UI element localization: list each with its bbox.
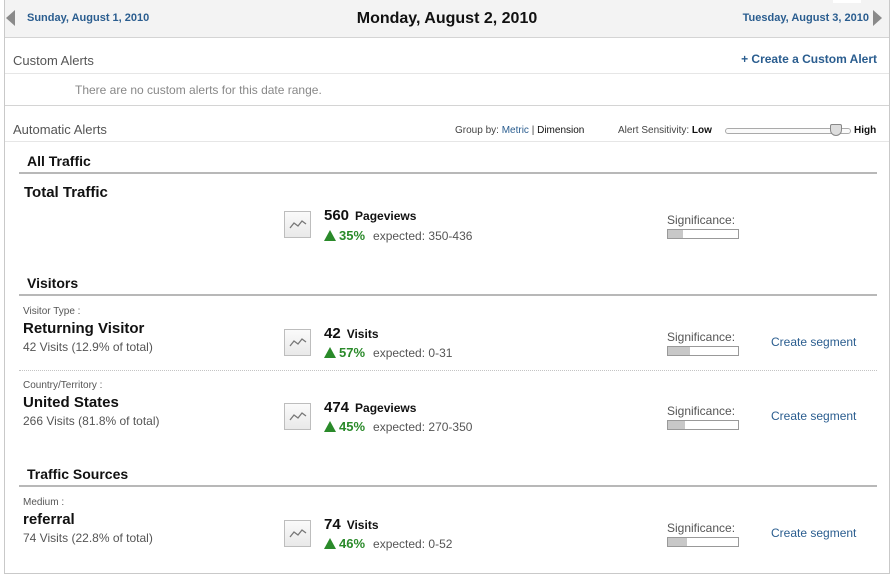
significance-label: Significance: bbox=[667, 330, 736, 344]
intelligence-report: Sunday, August 1, 2010 Monday, August 2,… bbox=[4, 0, 890, 574]
dimension-name: Visitor Type : bbox=[23, 306, 81, 317]
sparkline-button[interactable] bbox=[284, 211, 311, 238]
custom-alerts-empty-message: There are no custom alerts for this date… bbox=[75, 83, 322, 97]
significance-label: Significance: bbox=[667, 404, 736, 418]
group-by-separator: | bbox=[531, 125, 535, 136]
triangle-up-icon bbox=[324, 421, 336, 432]
dimension-value: Returning Visitor bbox=[23, 320, 145, 337]
significance-bar bbox=[667, 346, 739, 356]
change-percent: 35% bbox=[339, 228, 366, 243]
create-custom-alert-link[interactable]: + Create a Custom Alert bbox=[741, 52, 877, 66]
dimension-value: United States bbox=[23, 394, 119, 411]
custom-alerts-header: Custom Alerts + Create a Custom Alert bbox=[5, 38, 889, 74]
metric-name: Visits bbox=[346, 518, 379, 532]
metric-name: Pageviews bbox=[355, 401, 417, 415]
sparkline-button[interactable] bbox=[284, 329, 311, 356]
expected-range: expected: 350-436 bbox=[373, 229, 473, 243]
dimension-value: referral bbox=[23, 511, 75, 528]
significance-label: Significance: bbox=[667, 213, 736, 227]
sparkline-button[interactable] bbox=[284, 403, 311, 430]
metric-number: 560 bbox=[324, 207, 350, 224]
group-title-traffic-sources: Traffic Sources bbox=[27, 466, 129, 482]
create-segment-link[interactable]: Create segment bbox=[771, 409, 856, 423]
triangle-up-icon bbox=[324, 230, 336, 241]
triangle-up-icon bbox=[324, 347, 336, 358]
sensitivity-low-label: Low bbox=[691, 125, 712, 136]
change-percent: 45% bbox=[339, 419, 366, 434]
sparkline-chart-icon bbox=[289, 220, 307, 229]
expected-range: expected: 0-52 bbox=[373, 537, 453, 551]
dimension-subtotal: 74 Visits (22.8% of total) bbox=[23, 531, 153, 545]
dimension-value: Total Traffic bbox=[24, 184, 108, 201]
significance-bar bbox=[667, 229, 739, 239]
metric-name: Visits bbox=[346, 327, 379, 341]
metric-number: 474 bbox=[324, 399, 350, 416]
group-rule bbox=[19, 294, 877, 296]
group-by-metric-link[interactable]: Metric bbox=[502, 125, 529, 136]
sparkline-chart-icon bbox=[289, 338, 307, 347]
create-segment-link[interactable]: Create segment bbox=[771, 335, 856, 349]
expected-range: expected: 270-350 bbox=[373, 420, 473, 434]
metric-value: 560 Pageviews bbox=[324, 207, 416, 224]
significance-fill bbox=[668, 538, 687, 546]
group-by-label: Group by: bbox=[455, 125, 499, 136]
triangle-up-icon bbox=[324, 538, 336, 549]
sparkline-chart-icon bbox=[289, 529, 307, 538]
tab-notch bbox=[833, 0, 861, 3]
sensitivity-slider-handle[interactable] bbox=[829, 124, 842, 136]
metric-number: 42 bbox=[324, 325, 341, 342]
significance-bar bbox=[667, 420, 739, 430]
significance-fill bbox=[668, 421, 685, 429]
create-segment-link[interactable]: Create segment bbox=[771, 526, 856, 540]
group-rule bbox=[19, 485, 877, 487]
date-navigation-bar: Sunday, August 1, 2010 Monday, August 2,… bbox=[5, 0, 889, 38]
metric-number: 74 bbox=[324, 516, 341, 533]
significance-fill bbox=[668, 347, 691, 355]
triangle-right-icon bbox=[873, 10, 882, 26]
dimension-name: Country/Territory : bbox=[23, 380, 103, 391]
metric-value: 474 Pageviews bbox=[324, 399, 416, 416]
significance-fill bbox=[668, 230, 684, 238]
dimension-subtotal: 266 Visits (81.8% of total) bbox=[23, 414, 160, 428]
group-by-dimension-current: Dimension bbox=[537, 125, 585, 136]
next-day-label: Tuesday, August 3, 2010 bbox=[742, 12, 869, 24]
automatic-alerts-title: Automatic Alerts bbox=[13, 122, 107, 137]
dimension-subtotal: 42 Visits (12.9% of total) bbox=[23, 340, 153, 354]
row-separator bbox=[19, 370, 877, 371]
metric-change: 57% expected: 0-31 bbox=[324, 345, 452, 360]
dimension-name: Medium : bbox=[23, 497, 65, 508]
sparkline-button[interactable] bbox=[284, 520, 311, 547]
metric-value: 42 Visits bbox=[324, 325, 379, 342]
group-title-all-traffic: All Traffic bbox=[27, 153, 91, 169]
group-title-visitors: Visitors bbox=[27, 275, 79, 291]
metric-change: 46% expected: 0-52 bbox=[324, 536, 452, 551]
custom-alerts-title: Custom Alerts bbox=[13, 53, 94, 68]
metric-change: 45% expected: 270-350 bbox=[324, 419, 472, 434]
significance-label: Significance: bbox=[667, 521, 736, 535]
next-day-link[interactable]: Tuesday, August 3, 2010 bbox=[742, 10, 882, 26]
change-percent: 57% bbox=[339, 345, 366, 360]
metric-value: 74 Visits bbox=[324, 516, 379, 533]
expected-range: expected: 0-31 bbox=[373, 346, 453, 360]
automatic-alerts-header: Automatic Alerts Group by: Metric | Dime… bbox=[5, 106, 889, 142]
alert-sensitivity-label: Alert Sensitivity: bbox=[618, 125, 690, 136]
alert-sensitivity-control: Alert Sensitivity: Low bbox=[618, 125, 712, 136]
sensitivity-high-label: High bbox=[854, 125, 877, 136]
group-rule bbox=[19, 172, 877, 174]
metric-change: 35% expected: 350-436 bbox=[324, 228, 472, 243]
metric-name: Pageviews bbox=[355, 209, 417, 223]
sparkline-chart-icon bbox=[289, 412, 307, 421]
significance-bar bbox=[667, 537, 739, 547]
group-by-control: Group by: Metric | Dimension bbox=[455, 125, 584, 136]
change-percent: 46% bbox=[339, 536, 366, 551]
